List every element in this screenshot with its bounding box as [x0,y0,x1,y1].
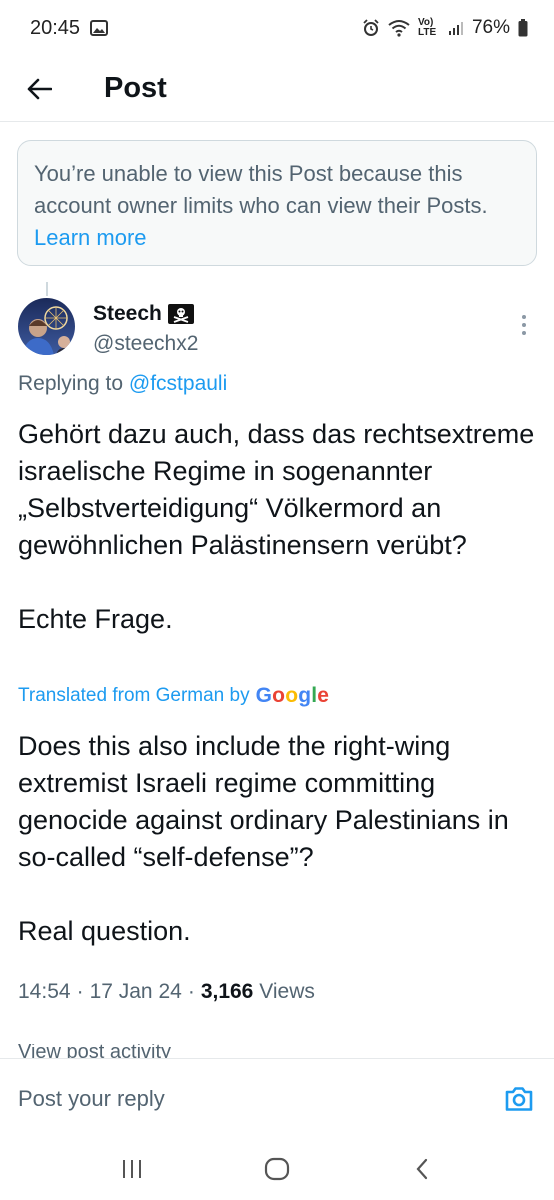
camera-icon[interactable] [502,1082,536,1116]
post-meta: 14:54 · 17 Jan 24 · 3,166 Views [18,980,315,1004]
signal-icon [448,20,464,36]
app-header: Post [0,56,554,122]
system-nav-bar [0,1138,554,1200]
view-post-activity-text: View post activity [18,1044,172,1058]
views-count: 3,166 [200,980,254,1003]
meta-separator: · [76,980,84,1003]
pirate-flag-icon [167,304,194,324]
views[interactable]: 3,166 Views [201,980,315,1004]
author-display-name[interactable]: Steech [93,302,198,326]
status-time: 20:45 [30,16,81,39]
learn-more-link[interactable]: Learn more [34,225,147,250]
post-text: Gehört dazu auch, dass das rechtsextreme… [18,419,535,634]
notice-text: You’re unable to view this Post because … [34,161,488,218]
meta-separator: · [187,980,195,1003]
replying-to-link[interactable]: @fcstpauli [129,372,227,395]
status-indicators: Vo) LTE 76% [362,17,528,39]
battery-percentage: 76% [471,17,510,38]
thread-connector [46,282,48,296]
recents-icon[interactable] [102,1144,162,1194]
home-icon[interactable] [247,1144,307,1194]
author-name-text: Steech [93,302,162,325]
post-date: 17 Jan 24 [89,980,182,1003]
reply-bar: Post your reply [0,1058,554,1138]
avatar[interactable] [18,298,75,355]
view-post-activity[interactable]: View post activity [18,1044,171,1058]
battery-icon [518,19,528,37]
replying-prefix: Replying to [18,372,129,395]
page-title: Post [104,72,167,104]
author-handle[interactable]: @steechx2 [93,332,198,356]
network-label: Vo) LTE [417,17,437,38]
back-nav-icon[interactable] [392,1144,452,1194]
gallery-notification-icon [90,20,109,36]
back-button[interactable] [0,56,90,122]
wifi-icon [388,19,410,37]
translation-text: Does this also include the right-wing ex… [18,731,509,946]
reply-input[interactable]: Post your reply [18,1086,165,1112]
replying-to: Replying to @fcstpauli [18,372,227,396]
alarm-icon [362,19,380,37]
restricted-post-notice: You’re unable to view this Post because … [17,140,537,266]
more-vertical-icon[interactable] [512,308,536,342]
google-logo: Google [255,684,330,707]
back-arrow-icon [27,78,52,99]
translated-by[interactable]: Translated from German by Google [18,684,329,708]
post-header: Steech @steechx2 [18,298,536,360]
status-bar: 20:45 Vo) LTE 76% [0,0,554,56]
views-label: Views [259,980,315,1003]
author-names: Steech @steechx2 [93,298,198,360]
post-time: 14:54 [18,980,71,1003]
translated-label: Translated from German by [18,685,250,706]
